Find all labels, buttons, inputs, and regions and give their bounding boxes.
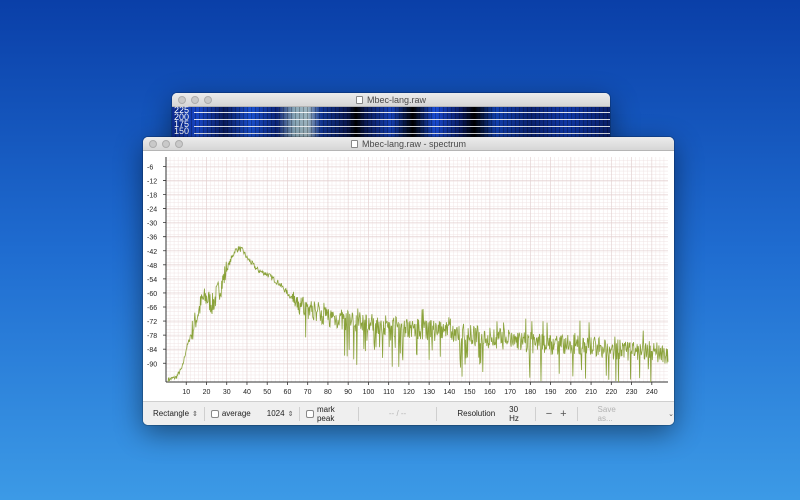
- resolution-label: Resolution: [457, 409, 496, 418]
- y-tick-label: -90: [147, 361, 157, 368]
- y-tick-label: -18: [147, 193, 157, 200]
- y-tick-label: -84: [147, 347, 157, 354]
- resolution-value: 30 Hz: [509, 404, 519, 423]
- waterfall-titlebar[interactable]: Mbec-lang.raw: [172, 93, 610, 107]
- spectrum-titlebar[interactable]: Mbec-lang.raw - spectrum: [143, 137, 674, 151]
- waterfall-label: 150: [174, 126, 190, 136]
- x-tick-label: 20: [203, 389, 211, 396]
- spectrum-title: Mbec-lang.raw - spectrum: [361, 138, 467, 149]
- toolbar-divider: [357, 406, 359, 421]
- x-tick-label: 80: [324, 389, 332, 396]
- waterfall-axis-labels: 225 200 175 150: [174, 106, 190, 136]
- x-tick-label: 40: [243, 389, 251, 396]
- x-tick-label: 170: [504, 389, 516, 396]
- toolbar-divider: [436, 406, 438, 421]
- x-tick-label: 60: [284, 389, 292, 396]
- y-tick-label: -48: [147, 263, 157, 270]
- y-tick-label: -66: [147, 305, 157, 312]
- window-type-value: Rectangle: [153, 409, 190, 418]
- x-tick-label: 50: [263, 389, 271, 396]
- x-tick-label: 120: [403, 389, 415, 396]
- document-icon: [355, 95, 363, 104]
- x-tick-label: 30: [223, 389, 231, 396]
- x-tick-label: 140: [444, 389, 456, 396]
- save-as-label: Save as...: [597, 404, 616, 423]
- y-tick-label: -72: [147, 319, 157, 326]
- x-tick-label: 200: [565, 389, 577, 396]
- checkbox-icon: [210, 409, 219, 418]
- checkbox-icon: [306, 409, 314, 418]
- mark-peak-checkbox[interactable]: mark peak: [306, 405, 351, 423]
- spectrum-chart: -6 -12 -18 -24 -30 -36 -42 -48 -54 -60 -66 -72 -78 -8…: [147, 157, 669, 396]
- minimize-button[interactable]: [162, 140, 170, 148]
- x-tick-label: 110: [383, 389, 394, 396]
- y-tick-label: -54: [147, 277, 157, 284]
- close-button[interactable]: [149, 140, 157, 148]
- y-tick-label: -12: [147, 178, 157, 185]
- x-tick-label: 160: [484, 389, 496, 396]
- resolution-increase-button[interactable]: +: [560, 408, 566, 420]
- resolution-decrease-button[interactable]: −: [546, 408, 552, 420]
- y-tick-label: -42: [147, 249, 157, 256]
- toolbar-divider: [299, 406, 301, 421]
- x-tick-label: 70: [304, 389, 312, 396]
- y-tick-label: -6: [147, 164, 153, 171]
- toolbar-divider: [534, 406, 536, 421]
- fft-size-select[interactable]: 1024 ⇕: [267, 409, 294, 418]
- updown-chevron-icon: ⇕: [192, 410, 198, 418]
- spectrum-toolbar: Rectangle ⇕ average 1024 ⇕ mark peak -- …: [143, 401, 674, 425]
- y-tick-label: -36: [147, 235, 157, 242]
- x-tick-label: 150: [464, 389, 476, 396]
- waterfall-title: Mbec-lang.raw: [366, 94, 427, 105]
- x-tick-label: 90: [344, 389, 352, 396]
- x-tick-label: 230: [626, 389, 638, 396]
- y-tick-label: -78: [147, 333, 157, 340]
- x-tick-label: 180: [525, 389, 537, 396]
- y-tick-label: -60: [147, 291, 157, 298]
- x-tick-label: 240: [646, 389, 658, 396]
- spectrum-plot[interactable]: -6 -12 -18 -24 -30 -36 -42 -48 -54 -60 -66 -72 -78 -8…: [143, 151, 674, 401]
- fft-size-value: 1024: [266, 409, 285, 418]
- x-tick-label: 220: [605, 389, 617, 396]
- x-tick-label: 10: [182, 389, 190, 396]
- x-tick-label: 190: [545, 389, 557, 396]
- chevron-down-icon: ⌄: [668, 410, 674, 418]
- mark-peak-label: mark peak: [316, 404, 335, 423]
- toolbar-divider: [203, 406, 205, 421]
- document-icon: [350, 139, 358, 148]
- window-type-select[interactable]: Rectangle ⇕: [153, 409, 198, 418]
- x-tick-label: 130: [423, 389, 435, 396]
- updown-chevron-icon: ⇕: [287, 410, 294, 418]
- minimize-button[interactable]: [191, 96, 199, 104]
- zoom-button[interactable]: [204, 96, 212, 104]
- peak-readout: -- / --: [388, 409, 407, 418]
- close-button[interactable]: [178, 96, 186, 104]
- average-checkbox[interactable]: average: [210, 409, 251, 418]
- save-as-select[interactable]: Save as... ⌄: [598, 405, 674, 423]
- x-tick-label: 210: [585, 389, 597, 396]
- toolbar-divider: [576, 406, 578, 421]
- average-label: average: [221, 409, 251, 418]
- x-tick-label: 100: [363, 389, 375, 396]
- spectrum-window: Mbec-lang.raw - spectrum -6 -12 -18 -24 -30-…: [143, 137, 674, 425]
- y-tick-label: -30: [147, 221, 157, 228]
- zoom-button[interactable]: [175, 140, 183, 148]
- y-tick-label: -24: [147, 207, 157, 214]
